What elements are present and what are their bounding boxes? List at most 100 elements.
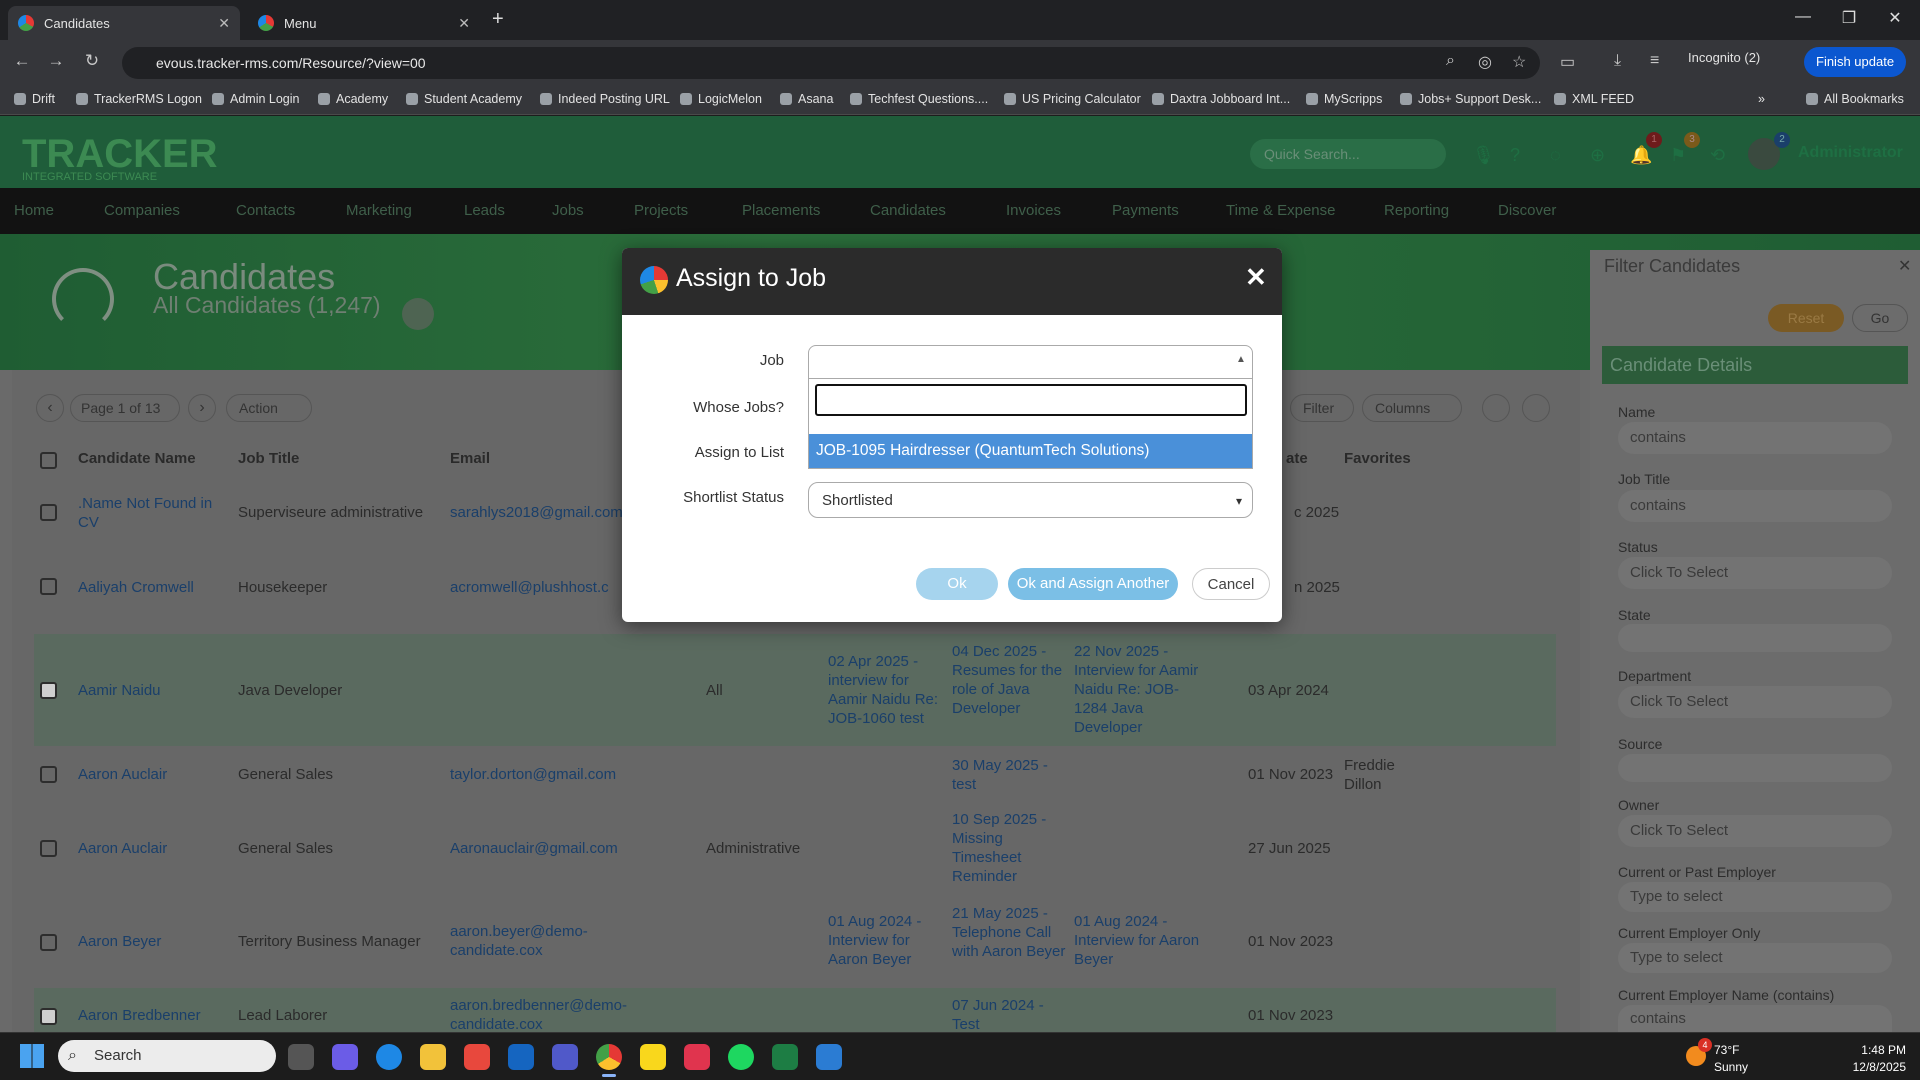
zoom-icon[interactable]: ⌕ (1446, 52, 1455, 70)
spotify-icon[interactable] (728, 1044, 754, 1070)
file-explorer-icon[interactable] (420, 1044, 446, 1070)
col-date[interactable]: ate (1286, 450, 1308, 467)
minimize-button[interactable]: — (1780, 8, 1826, 26)
reset-button[interactable]: Reset (1768, 304, 1844, 332)
job-dropdown-search-input[interactable] (815, 384, 1247, 416)
nav-jobs[interactable]: Jobs (552, 202, 584, 219)
filter-state-select[interactable] (1618, 624, 1892, 652)
windows-start-icon[interactable] (20, 1044, 44, 1068)
filter-current-employer-input[interactable]: Type to select (1618, 943, 1892, 973)
bookmark-indeed[interactable]: Indeed Posting URL (540, 92, 670, 106)
app-s2-icon[interactable] (816, 1044, 842, 1070)
bookmark-admin-login[interactable]: Admin Login (212, 92, 300, 106)
teams-icon[interactable] (552, 1044, 578, 1070)
candidate-name-link[interactable]: Aaron Auclair (78, 839, 167, 858)
col-favorites[interactable]: Favorites (1344, 450, 1411, 467)
nav-payments[interactable]: Payments (1112, 202, 1179, 219)
refresh-icon[interactable] (1522, 394, 1550, 422)
task-view-icon[interactable] (288, 1044, 314, 1070)
activity-cell[interactable]: 07 Jun 2024 - Test (952, 996, 1066, 1032)
microphone-icon[interactable]: 🎙 (1472, 145, 1495, 166)
activity-cell[interactable]: 21 May 2025 - Telephone Call with Aaron … (952, 904, 1066, 961)
nav-discover[interactable]: Discover (1498, 202, 1556, 219)
candidate-name-link[interactable]: Aaliyah Cromwell (78, 578, 194, 597)
tracker-logo[interactable]: TRACKER INTEGRATED SOFTWARE (22, 132, 218, 183)
filter-status-select[interactable]: Click To Select (1618, 557, 1892, 589)
col-job-title[interactable]: Job Title (238, 450, 299, 467)
pager-select[interactable]: Page 1 of 13 (70, 394, 180, 422)
shortlist-status-select[interactable]: Shortlisted ▾ (808, 482, 1253, 518)
filter-jobtitle-input[interactable]: contains (1618, 490, 1892, 522)
activity-cell[interactable]: 30 May 2025 - test (952, 756, 1066, 794)
email-link[interactable]: Aaronauclair@gmail.com (450, 839, 618, 858)
all-bookmarks[interactable]: All Bookmarks (1806, 92, 1904, 106)
bookmark-asana[interactable]: Asana (780, 92, 833, 106)
url-bar[interactable]: evous.tracker-rms.com/Resource/?view=00 (122, 47, 1540, 79)
edge-icon[interactable] (376, 1044, 402, 1070)
filter-employer-input[interactable]: Type to select (1618, 882, 1892, 912)
bookmarks-overflow-icon[interactable]: » (1758, 92, 1765, 106)
email-link[interactable]: aaron.bredbenner@demo-candidate.cox (450, 996, 650, 1032)
email-link[interactable]: sarahlys2018@gmail.com (450, 503, 623, 522)
activity-cell[interactable]: 04 Dec 2025 - Resumes for the role of Ja… (952, 642, 1066, 718)
filter-source-select[interactable] (1618, 754, 1892, 782)
row-checkbox[interactable] (40, 840, 57, 857)
eye-off-icon[interactable]: ◎ (1478, 52, 1492, 72)
email-link[interactable]: acromwell@plushhost.c (450, 578, 609, 597)
next-page-button[interactable]: › (188, 394, 216, 422)
bookmark-academy[interactable]: Academy (318, 92, 388, 106)
action-button[interactable]: Action (226, 394, 312, 422)
sidepanel-icon[interactable]: ▭ (1560, 52, 1575, 72)
nav-time-expense[interactable]: Time & Expense (1226, 202, 1336, 219)
bookmark-student-academy[interactable]: Student Academy (406, 92, 522, 106)
job-option-1095[interactable]: JOB-1095 Hairdresser (QuantumTech Soluti… (809, 434, 1252, 468)
cancel-button[interactable]: Cancel (1192, 568, 1270, 600)
weather-widget[interactable]: 73°F Sunny (1714, 1042, 1748, 1076)
filter-name-input[interactable]: contains (1618, 422, 1892, 454)
excel-icon[interactable] (772, 1044, 798, 1070)
chrome-icon[interactable] (596, 1044, 622, 1070)
media-icon[interactable]: ≡ (1650, 52, 1659, 70)
filter-button[interactable]: Filter (1290, 394, 1354, 422)
bookmark-star-icon[interactable]: ☆ (1512, 52, 1526, 72)
close-window-button[interactable]: ✕ (1872, 8, 1918, 28)
row-checkbox[interactable] (40, 578, 57, 595)
sticky-notes-icon[interactable] (640, 1044, 666, 1070)
nav-companies[interactable]: Companies (104, 202, 180, 219)
activity-cell[interactable]: 02 Apr 2025 - interview for Aamir Naidu … (828, 652, 944, 728)
activity-cell[interactable]: 10 Sep 2025 - Missing Timesheet Reminder (952, 810, 1066, 886)
section-candidate-details[interactable]: Candidate Details (1602, 346, 1908, 384)
bookmark-myscripps[interactable]: MyScripps (1306, 92, 1382, 106)
columns-button[interactable]: Columns (1362, 394, 1462, 422)
filter-department-select[interactable]: Click To Select (1618, 686, 1892, 718)
bookmark-jobsplus[interactable]: Jobs+ Support Desk... (1400, 92, 1541, 106)
reload-icon[interactable]: ↻ (80, 51, 104, 71)
select-all-checkbox[interactable] (40, 452, 57, 469)
nav-home[interactable]: Home (14, 202, 54, 219)
chat-icon[interactable]: ◌ (1550, 145, 1561, 166)
row-checkbox-checked[interactable] (40, 1008, 57, 1025)
row-checkbox[interactable] (40, 934, 57, 951)
nav-marketing[interactable]: Marketing (346, 202, 412, 219)
taskbar-search[interactable]: Search (58, 1040, 276, 1072)
app-icon[interactable] (684, 1044, 710, 1070)
nav-candidates[interactable]: Candidates (870, 202, 946, 219)
row-checkbox[interactable] (40, 766, 57, 783)
activity-cell[interactable]: 01 Aug 2024 - Interview for Aaron Beyer (828, 912, 944, 969)
outlook-icon[interactable] (508, 1044, 534, 1070)
candidate-name-link[interactable]: Aaron Bredbenner (78, 1006, 201, 1025)
app-s-icon[interactable] (464, 1044, 490, 1070)
export-excel-icon[interactable] (1482, 394, 1510, 422)
bookmark-techfest[interactable]: Techfest Questions.... (850, 92, 988, 106)
bookmark-pricing[interactable]: US Pricing Calculator (1004, 92, 1141, 106)
incognito-indicator[interactable]: Incognito (2) (1688, 50, 1760, 65)
email-link[interactable]: aaron.beyer@demo-candidate.cox (450, 922, 610, 960)
help-icon[interactable]: ? (1510, 145, 1520, 166)
quick-search-input[interactable]: Quick Search... (1250, 139, 1446, 169)
copilot-icon[interactable] (332, 1044, 358, 1070)
job-select[interactable] (808, 345, 1253, 379)
go-button[interactable]: Go (1852, 304, 1908, 332)
row-checkbox-checked[interactable] (40, 682, 57, 699)
user-name[interactable]: Administrator (1798, 144, 1903, 162)
bookmark-xml-feed[interactable]: XML FEED (1554, 92, 1634, 106)
